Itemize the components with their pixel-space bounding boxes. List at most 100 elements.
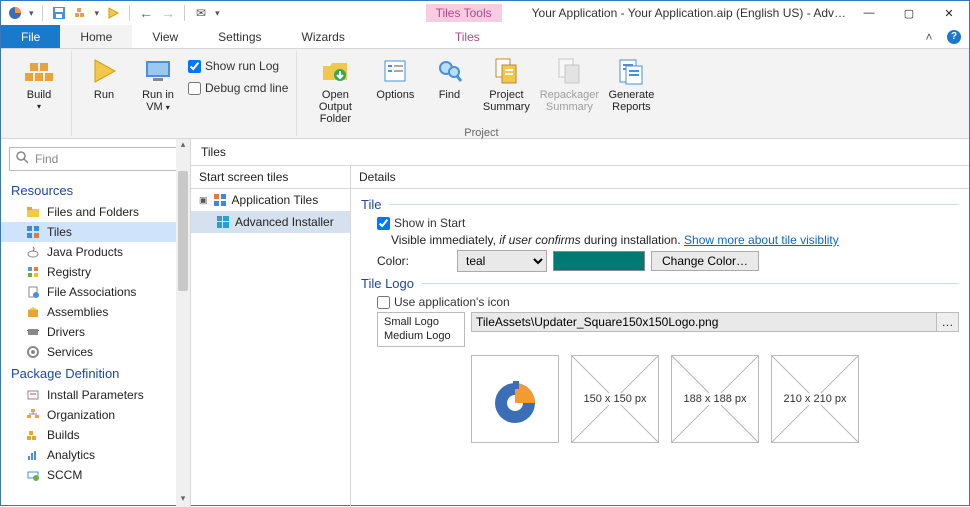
logo-size-list[interactable]: Small Logo Medium Logo [377, 312, 465, 347]
sidebar-item-analytics[interactable]: Analytics [1, 445, 190, 465]
logo-previews: 150 x 150 px 188 x 188 px 210 x 210 px [471, 355, 959, 443]
help-icon[interactable]: ? [947, 30, 961, 44]
repackager-label: Repackager Summary [539, 89, 599, 113]
sidebar-item-files-folders[interactable]: Files and Folders [1, 202, 190, 222]
build-dropdown-icon[interactable]: ▾ [37, 103, 41, 112]
tab-settings[interactable]: Settings [198, 25, 281, 48]
quick-access-toolbar: ▾ ▾ ← → ✉ ▾ [1, 5, 226, 21]
tab-view[interactable]: View [132, 25, 198, 48]
page-title: Tiles [191, 139, 969, 166]
maximize-button[interactable]: ▢ [889, 1, 929, 25]
debug-cmd-checkbox[interactable]: Debug cmd line [188, 81, 288, 95]
options-button[interactable]: Options [371, 51, 419, 101]
title-bar: ▾ ▾ ← → ✉ ▾ Tiles Tools Your Application… [1, 1, 969, 25]
window-title: Your Application - Your Application.aip … [502, 6, 849, 20]
preview-188: 188 x 188 px [671, 355, 759, 443]
sidebar-item-builds[interactable]: Builds [1, 425, 190, 445]
main-panel: Tiles Start screen tiles ▣ Application T… [191, 139, 969, 507]
windows-tile-icon [215, 214, 231, 230]
show-run-log-checkbox[interactable]: Show run Log [188, 59, 288, 73]
use-app-icon-checkbox[interactable]: Use application's icon [377, 295, 510, 309]
sidebar-item-tiles[interactable]: Tiles [1, 222, 190, 242]
left-sidebar: Find Resources Files and Folders Tiles J… [1, 139, 191, 507]
tab-tiles[interactable]: Tiles [435, 25, 500, 48]
find-button[interactable]: Find [425, 51, 473, 101]
sidebar-item-java[interactable]: Java Products [1, 242, 190, 262]
build-button[interactable]: Build ▾ [15, 51, 63, 112]
group-tile: Tile [361, 197, 959, 212]
section-resources: Resources [1, 179, 190, 202]
logo-path-input[interactable] [472, 313, 936, 331]
color-swatch [553, 251, 645, 271]
find-placeholder: Find [35, 152, 58, 166]
sidebar-item-services[interactable]: Services [1, 342, 190, 362]
details-panel: Details Tile Show in Start Visible immed… [351, 166, 969, 507]
sidebar-item-file-assoc[interactable]: File Associations [1, 282, 190, 302]
ribbon: Build ▾ Run Run in VM ▾ Show run Log Deb… [1, 49, 969, 139]
change-color-button[interactable]: Change Color… [651, 251, 759, 271]
ribbon-collapse-icon[interactable]: ˄ [919, 25, 939, 48]
app-icon [7, 5, 23, 21]
visibility-link[interactable]: Show more about tile visiblity [684, 233, 839, 247]
tab-home[interactable]: Home [60, 25, 132, 48]
run-vm-label: Run in VM ▾ [134, 89, 182, 113]
group-tile-logo: Tile Logo [361, 276, 959, 291]
tab-wizards[interactable]: Wizards [282, 25, 365, 48]
minimize-button[interactable]: — [849, 1, 889, 25]
ribbon-tabs: File Home View Settings Wizards Tiles ˄ … [1, 25, 969, 49]
mail-icon[interactable]: ✉ [193, 5, 209, 21]
repackager-summary-button[interactable]: Repackager Summary [539, 51, 599, 113]
scroll-down-icon[interactable]: ▾ [181, 493, 186, 507]
preview-thumb [471, 355, 559, 443]
generate-reports-label: Generate Reports [605, 89, 657, 113]
build-dropdown-icon[interactable]: ▾ [95, 8, 100, 19]
tree-node-app-tiles[interactable]: ▣ Application Tiles [191, 189, 350, 211]
sidebar-item-drivers[interactable]: Drivers [1, 322, 190, 342]
tree-expand-icon[interactable]: ▣ [199, 195, 208, 206]
open-output-label: Open Output Folder [305, 89, 365, 125]
tree-node-advanced-installer[interactable]: Advanced Installer [191, 211, 350, 233]
project-summary-button[interactable]: Project Summary [479, 51, 533, 113]
sidebar-find: Find [9, 147, 182, 171]
section-package-def: Package Definition [1, 362, 190, 385]
scroll-up-icon[interactable]: ▴ [181, 139, 186, 153]
visibility-text: Visible immediately, if user confirms du… [391, 233, 839, 247]
open-output-folder-button[interactable]: Open Output Folder [305, 51, 365, 125]
sidebar-item-assemblies[interactable]: Assemblies [1, 302, 190, 322]
sidebar-item-install-params[interactable]: Install Parameters [1, 385, 190, 405]
forward-icon[interactable]: → [160, 5, 176, 21]
run-button[interactable]: Run [80, 51, 128, 101]
find-label: Find [439, 89, 460, 101]
sidebar-item-registry[interactable]: Registry [1, 262, 190, 282]
build-icon[interactable] [73, 5, 89, 21]
run-icon[interactable] [105, 5, 121, 21]
sidebar-scrollbar[interactable]: ▴ ▾ [176, 139, 190, 507]
tree-header: Start screen tiles [191, 166, 350, 189]
preview-150: 150 x 150 px [571, 355, 659, 443]
build-label: Build [27, 89, 51, 101]
close-button[interactable]: ✕ [929, 1, 969, 25]
generate-reports-button[interactable]: Generate Reports [605, 51, 657, 113]
mail-dropdown-icon[interactable]: ▾ [215, 8, 220, 19]
tiles-group-icon [212, 192, 228, 208]
options-label: Options [376, 89, 414, 101]
color-label: Color: [377, 254, 451, 268]
color-select[interactable]: teal [457, 250, 547, 272]
sidebar-item-organization[interactable]: Organization [1, 405, 190, 425]
tab-file[interactable]: File [1, 25, 60, 48]
show-in-start-checkbox[interactable]: Show in Start [377, 216, 465, 230]
run-in-vm-button[interactable]: Run in VM ▾ [134, 51, 182, 113]
back-icon[interactable]: ← [138, 5, 154, 21]
run-label: Run [94, 89, 114, 101]
sidebar-item-sccm[interactable]: SCCM [1, 465, 190, 485]
browse-button[interactable]: … [936, 313, 958, 331]
qat-dropdown-icon[interactable]: ▾ [29, 8, 34, 19]
project-summary-label: Project Summary [479, 89, 533, 113]
save-icon[interactable] [51, 5, 67, 21]
search-icon [16, 151, 29, 167]
scrollbar-thumb[interactable] [178, 171, 188, 291]
content-area: Find Resources Files and Folders Tiles J… [1, 139, 969, 507]
find-input[interactable]: Find [9, 147, 182, 171]
preview-210: 210 x 210 px [771, 355, 859, 443]
tiles-tree: Start screen tiles ▣ Application Tiles A… [191, 166, 351, 507]
